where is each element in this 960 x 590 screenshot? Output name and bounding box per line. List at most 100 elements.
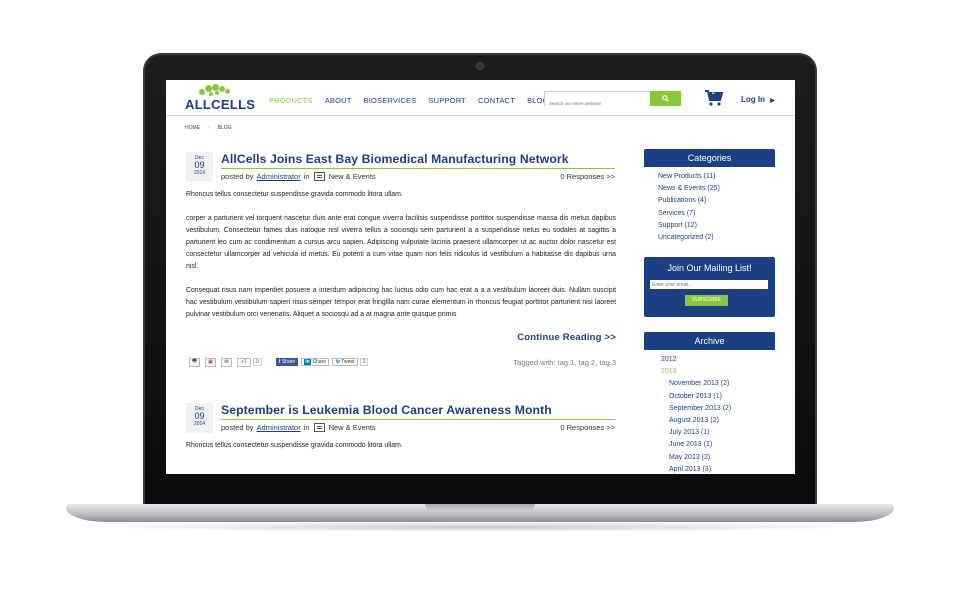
archive-widget: Archive 2012 2013 November 2013 (2) Octo… [644,332,775,474]
date-year: 2014 [193,170,206,176]
pdf-icon[interactable]: ▣ [205,357,216,367]
category-item[interactable]: Publications (4) [658,195,775,207]
nav-contact[interactable]: CONTACT [478,96,515,105]
search-icon [662,95,669,102]
archive-month[interactable]: August 2013 (2) [669,415,775,427]
date-year: 2014 [193,421,206,427]
archive-month[interactable]: May 2013 (2) [669,452,775,464]
date-badge: Dec 09 2014 [186,152,213,182]
laptop-notch [425,504,535,510]
archive-years: 2012 2013 [644,354,775,378]
date-day: 09 [194,411,205,421]
categories-title: Categories [644,149,775,167]
in-label: in [303,172,310,181]
nav-products[interactable]: PRODUCTS [269,96,313,105]
linkedin-icon: in [304,359,311,365]
login-label: Log In [741,95,765,104]
archive-months: November 2013 (2) October 2013 (1) Septe… [644,378,775,474]
arrow-right-icon: ▶ [770,98,775,104]
laptop-shadow [90,522,870,532]
author-link[interactable]: Administrator [257,423,301,432]
category-icon [313,423,325,432]
category-icon [313,172,325,181]
email-field[interactable] [650,280,768,289]
category-link[interactable]: New & Events [329,423,376,432]
nav-bioservices[interactable]: BIOSERVICES [364,96,417,105]
archive-month[interactable]: July 2013 (1) [669,427,775,439]
google-plus-count: 0 [253,358,262,366]
cart-count: 2 [712,90,715,96]
responses-link[interactable]: 0 Responses >> [560,423,615,432]
category-item[interactable]: New Products (11) [658,171,775,183]
logo-text: ALLCELLS [185,97,256,112]
google-plus-button[interactable]: +1 [237,357,251,367]
breadcrumb-separator-icon: › [208,125,210,131]
search-input[interactable] [545,97,649,110]
continue-reading-link[interactable]: Continue Reading >> [517,332,616,343]
post-paragraph: Rhoncus tellus consectetur suspendisse g… [186,191,403,198]
facebook-share-label: Share [281,359,296,365]
nav-support[interactable]: SUPPORT [428,96,466,105]
breadcrumb-home[interactable]: HOME [185,125,200,131]
facebook-share-button[interactable]: f Share [275,358,299,366]
post-title[interactable]: AllCells Joins East Bay Biomedical Manuf… [221,152,615,169]
categories-widget: Categories New Products (11) News & Even… [644,149,775,244]
archive-month[interactable]: April 2013 (3) [669,464,775,474]
author-link[interactable]: Administrator [257,172,301,181]
camera [476,62,484,70]
search-button[interactable] [650,91,681,106]
search-box [544,91,681,110]
posted-by-label: posted by [221,423,254,432]
mailing-list-title: Join Our Mailing List! [667,263,752,273]
site-header: ALLCELLS PRODUCTS ABOUT BIOSERVICES SUPP… [166,80,795,116]
blog-post: Dec 09 2014 AllCells Joins East Bay Biom… [186,152,616,377]
share-bar: 🖶 ▣ ✉ +1 0 f Share in Share 🐦Tweet 3 Tagg… [189,356,616,368]
blog-post: Dec 09 2014 September is Leukemia Blood … [186,403,616,474]
post-tags: Tagged with: tag 1, tag 2, tag 3 [513,357,616,367]
category-item[interactable]: News & Events (25) [658,183,775,195]
email-icon[interactable]: ✉ [221,357,232,367]
sidebar: Categories New Products (11) News & Even… [644,149,775,473]
responses-link[interactable]: 0 Responses >> [560,172,615,181]
breadcrumb-blog[interactable]: BLOG [218,125,232,131]
tweet-label: Tweet [341,359,355,365]
subscribe-button[interactable]: SUBSCRIBE [685,295,728,306]
screen: ALLCELLS PRODUCTS ABOUT BIOSERVICES SUPP… [166,80,795,474]
date-day: 09 [194,160,205,170]
post-paragraph: Consequat risus nam imperdiet posuere a … [186,287,616,318]
post-meta: posted by Administrator in New & Events … [221,423,615,432]
linkedin-share-label: Share [312,359,326,365]
mailing-list-widget: Join Our Mailing List! SUBSCRIBE [644,257,775,317]
login-link[interactable]: Log In ▶ [741,95,775,104]
archive-month[interactable]: June 2013 (1) [669,439,775,451]
archive-title: Archive [644,332,775,350]
archive-month[interactable]: November 2013 (2) [669,378,775,390]
date-badge: Dec 09 2014 [186,403,213,433]
posted-by-label: posted by [221,172,254,181]
linkedin-share-button[interactable]: in Share [301,358,329,366]
post-paragraph: Rhoncus tellus consectetur suspendisse g… [186,442,403,449]
archive-month[interactable]: October 2013 (1) [669,391,775,403]
category-item[interactable]: Uncategorized (2) [658,232,775,244]
post-paragraph: corper a parturient vel torquent nascetu… [186,215,616,270]
post-meta: posted by Administrator in New & Events … [221,172,615,181]
post-title[interactable]: September is Leukemia Blood Cancer Aware… [221,403,615,420]
logo[interactable]: ALLCELLS [185,84,255,114]
categories-list: New Products (11) News & Events (25) Pub… [644,171,775,244]
archive-year[interactable]: 2013 [661,366,775,378]
archive-month[interactable]: September 2013 (2) [669,403,775,415]
breadcrumb: HOME › BLOG [185,125,232,131]
tweet-button[interactable]: 🐦Tweet [331,358,358,366]
category-item[interactable]: Services (7) [658,208,775,220]
post-body: Rhoncus tellus consectetur suspendisse g… [186,440,616,464]
category-item[interactable]: Support (12) [658,220,775,232]
post-body: Rhoncus tellus consectetur suspendisse g… [186,189,616,333]
tweet-count: 3 [359,358,369,366]
nav-about[interactable]: ABOUT [325,96,352,105]
print-icon[interactable]: 🖶 [189,357,200,367]
main-nav: PRODUCTS ABOUT BIOSERVICES SUPPORT CONTA… [269,96,549,105]
in-label: in [303,423,310,432]
archive-year[interactable]: 2012 [661,354,775,366]
cart-button[interactable]: 2 [704,89,724,107]
category-link[interactable]: New & Events [329,172,376,181]
